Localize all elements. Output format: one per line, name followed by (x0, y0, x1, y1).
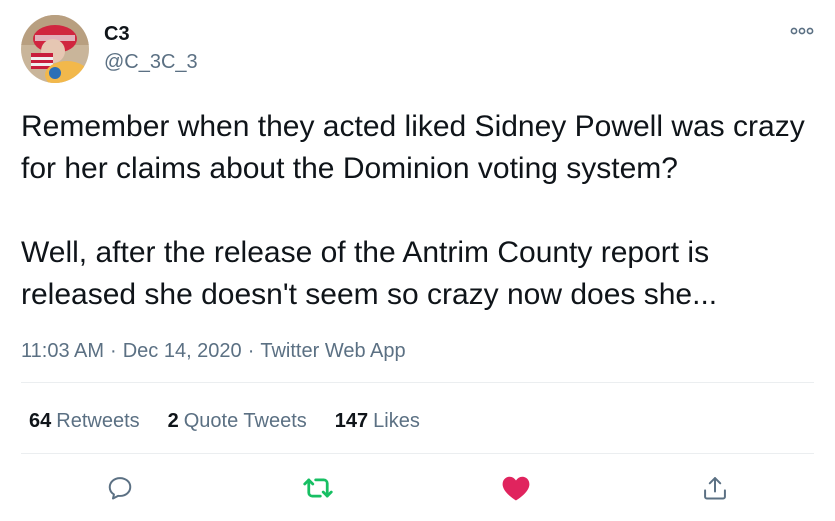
retweets-stat[interactable]: 64 Retweets (29, 408, 140, 434)
meta-separator: · (247, 340, 255, 362)
tweet-time[interactable]: 11:03 AM (21, 340, 104, 362)
quote-tweets-count: 2 (167, 410, 179, 432)
share-button[interactable] (697, 470, 733, 506)
likes-count: 147 (334, 410, 369, 432)
tweet-meta: 11:03 AM · Dec 14, 2020 · Twitter Web App (21, 338, 406, 364)
likes-stat[interactable]: 147 Likes (335, 408, 420, 434)
tweet-header: C3 @C_3C_3 (21, 15, 198, 83)
divider (21, 382, 814, 383)
tweet-stats: 64 Retweets 2 Quote Tweets 147 Likes (29, 408, 448, 434)
retweet-icon (303, 478, 333, 498)
avatar-image (21, 15, 89, 83)
display-name[interactable]: C3 (104, 21, 198, 47)
tweet-detail: C3 @C_3C_3 Remember when they acted like… (0, 0, 835, 521)
like-button[interactable] (498, 470, 534, 506)
retweets-count: 64 (29, 410, 52, 432)
user-handle[interactable]: @C_3C_3 (104, 49, 198, 75)
meta-separator: · (110, 340, 117, 362)
likes-label: Likes (373, 410, 420, 432)
divider (21, 453, 814, 454)
share-icon (704, 477, 726, 500)
reply-button[interactable] (102, 470, 138, 506)
quote-tweets-stat[interactable]: 2 Quote Tweets (168, 408, 307, 434)
tweet-source[interactable]: Twitter Web App (260, 340, 405, 362)
tweet-date[interactable]: Dec 14, 2020 (123, 340, 242, 362)
user-names: C3 @C_3C_3 (104, 21, 198, 75)
heart-icon (502, 476, 530, 501)
reply-icon (108, 477, 132, 500)
more-options-button[interactable] (789, 24, 815, 38)
tweet-text: Remember when they acted liked Sidney Po… (21, 110, 805, 311)
retweets-label: Retweets (56, 410, 140, 432)
avatar[interactable] (21, 15, 89, 83)
more-icon (790, 27, 814, 35)
quote-tweets-label: Quote Tweets (183, 410, 307, 432)
tweet-actions (0, 470, 835, 506)
retweet-button[interactable] (300, 470, 336, 506)
